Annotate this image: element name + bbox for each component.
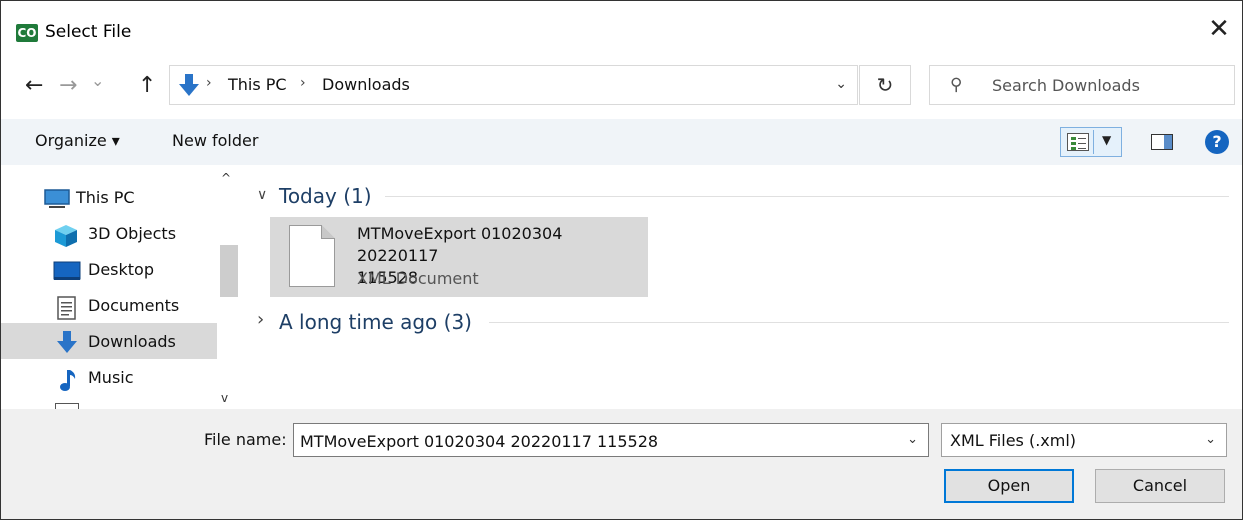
breadcrumb-separator: › [206, 75, 212, 91]
sidebar-item-label: This PC [76, 188, 135, 207]
title-bar: CO Select File ✕ [1, 1, 1242, 49]
sidebar-item-label: Music [88, 368, 134, 387]
recent-locations-icon[interactable]: ⌄ [91, 71, 104, 90]
breadcrumb-this-pc[interactable]: This PC [228, 75, 287, 94]
sidebar-item-desktop[interactable]: Desktop [1, 251, 217, 287]
search-icon: ⚲ [950, 75, 963, 95]
scroll-down-arrow[interactable]: v [221, 391, 228, 405]
group-header-today[interactable]: ∨ Today (1) [257, 181, 1229, 211]
close-button[interactable]: ✕ [1196, 9, 1242, 49]
sidebar-item-3d-objects[interactable]: 3D Objects [1, 215, 217, 251]
sidebar-item-partial[interactable] [1, 397, 217, 409]
chevron-down-icon[interactable]: ▼ [1102, 133, 1111, 147]
chevron-down-icon: ∨ [257, 187, 268, 203]
group-header-long-ago[interactable]: › A long time ago (3) [257, 307, 1229, 337]
group-label: A long time ago (3) [279, 310, 472, 334]
command-toolbar: Organize ▾ New folder ▼ ? [1, 119, 1242, 165]
chevron-down-icon[interactable]: ⌄ [835, 76, 847, 92]
navigation-bar: ← → ⌄ ↑ › This PC › Downloads ⌄ ↻ ⚲ Sear… [1, 59, 1242, 111]
group-label: Today (1) [279, 184, 372, 208]
details-view-icon [1067, 133, 1089, 151]
desktop-icon [53, 261, 81, 280]
cube-icon [55, 225, 77, 247]
sidebar-item-downloads[interactable]: Downloads [1, 323, 217, 359]
organize-button[interactable]: Organize ▾ [35, 131, 120, 150]
sidebar-item-label: Documents [88, 296, 180, 315]
download-arrow-icon [57, 331, 77, 353]
scrollbar-thumb[interactable] [220, 245, 238, 297]
xml-document-icon [289, 225, 335, 287]
refresh-button[interactable]: ↻ [859, 65, 911, 105]
group-divider [385, 196, 1229, 197]
download-arrow-icon [179, 74, 199, 96]
group-divider [489, 322, 1229, 323]
file-type-value: XML Files (.xml) [950, 431, 1077, 450]
file-name-label: File name: [204, 430, 287, 449]
preview-pane-icon[interactable] [1151, 134, 1173, 150]
select-file-dialog: CO Select File ✕ ← → ⌄ ↑ › This PC › Dow… [0, 0, 1243, 520]
chevron-down-icon[interactable]: ⌄ [1205, 432, 1216, 447]
music-note-icon [60, 370, 76, 391]
chevron-right-icon: › [257, 309, 265, 330]
app-logo-icon: CO [16, 24, 38, 42]
back-arrow-icon[interactable]: ← [25, 73, 43, 98]
address-bar[interactable]: › This PC › Downloads ⌄ [169, 65, 858, 105]
window-title: Select File [45, 22, 132, 42]
computer-icon [44, 189, 70, 208]
search-input[interactable]: Search Downloads [992, 76, 1140, 95]
document-icon [57, 296, 76, 320]
sidebar-item-documents[interactable]: Documents [1, 287, 217, 323]
file-type-select[interactable]: XML Files (.xml) ⌄ [941, 423, 1227, 457]
chevron-down-icon[interactable]: ⌄ [907, 432, 918, 447]
breadcrumb-downloads[interactable]: Downloads [322, 75, 410, 94]
scroll-up-arrow[interactable]: ^ [221, 171, 231, 185]
file-item[interactable]: MTMoveExport 01020304 20220117 115528 XM… [270, 217, 648, 297]
dialog-footer: File name: ⌄ XML Files (.xml) ⌄ Open Can… [1, 409, 1242, 519]
file-name-combobox[interactable]: ⌄ [293, 423, 929, 457]
up-arrow-icon[interactable]: ↑ [138, 73, 156, 98]
change-view-button[interactable]: ▼ [1060, 127, 1122, 157]
navigation-pane: This PC 3D Objects Desktop Documents Dow… [1, 165, 241, 409]
sidebar-item-label: 3D Objects [88, 224, 177, 243]
forward-arrow-icon[interactable]: → [59, 73, 77, 98]
sidebar-item-music[interactable]: Music [1, 359, 217, 395]
help-icon[interactable]: ? [1205, 130, 1229, 154]
new-folder-button[interactable]: New folder [172, 131, 258, 150]
cancel-button[interactable]: Cancel [1095, 469, 1225, 503]
sidebar-item-label: Desktop [88, 260, 154, 279]
sidebar-item-this-pc[interactable]: This PC [1, 179, 217, 215]
file-list: ∨ Today (1) MTMoveExport 01020304 202201… [243, 165, 1242, 409]
search-box[interactable]: ⚲ Search Downloads [929, 65, 1235, 105]
open-button[interactable]: Open [944, 469, 1074, 503]
file-name-line-1: MTMoveExport 01020304 20220117 [357, 224, 563, 265]
breadcrumb-separator: › [300, 75, 306, 91]
file-name-input[interactable] [298, 429, 892, 453]
sidebar-item-label: Downloads [88, 332, 176, 351]
file-type: XML Document [357, 269, 479, 288]
